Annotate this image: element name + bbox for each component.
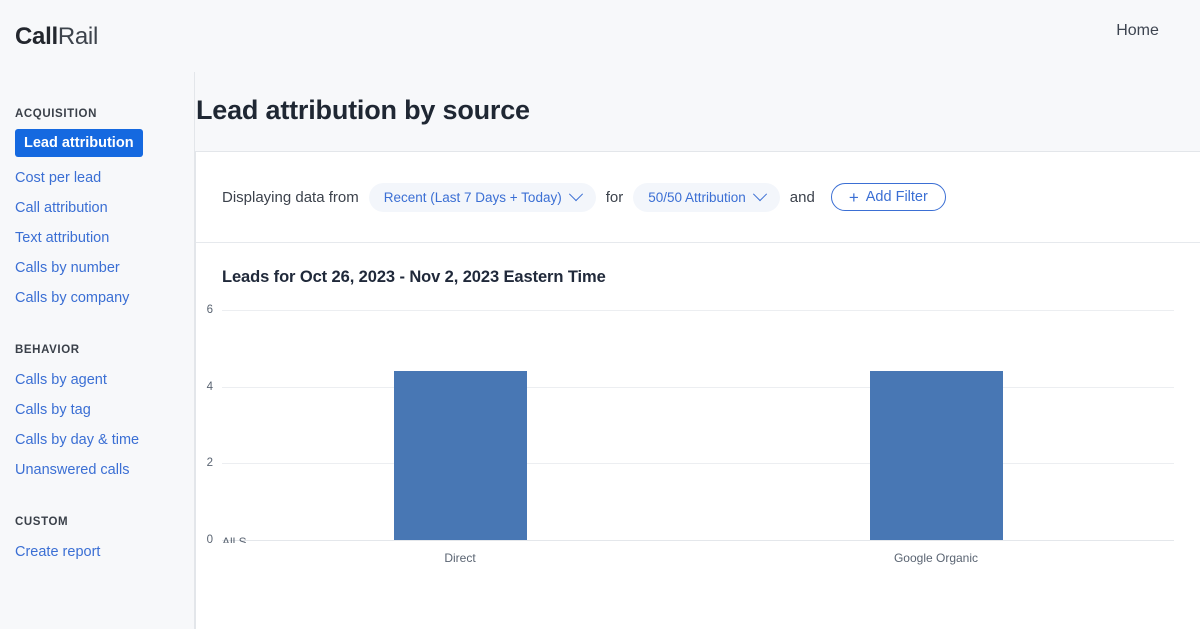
add-filter-button[interactable]: + Add Filter [830, 183, 946, 211]
date-range-dropdown[interactable]: Recent (Last 7 Days + Today) [368, 182, 596, 212]
date-range-value: Recent (Last 7 Days + Today) [383, 189, 562, 205]
x-axis-tick-label: Direct [444, 551, 476, 565]
bar[interactable] [869, 371, 1003, 540]
bar-chart-plot: 0 2 4 6 Direct Google Organic [207, 304, 1174, 565]
filter-conjunction-for: for [605, 188, 624, 206]
sidebar-item-cost-per-lead[interactable]: Cost per lead [0, 163, 194, 193]
sidebar-group-label-behavior: BEHAVIOR [15, 344, 80, 356]
logo-text-rail: Rail [57, 23, 98, 50]
nav-item-home[interactable]: Home [1116, 22, 1159, 40]
gridline [222, 463, 1174, 465]
sidebar-item-calls-by-agent[interactable]: Calls by agent [0, 365, 194, 395]
sidebar-item-create-report[interactable]: Create report [0, 537, 194, 567]
chart-title: Leads for Oct 26, 2023 - Nov 2, 2023 Eas… [222, 268, 606, 286]
sidebar-item-text-attribution[interactable]: Text attribution [0, 223, 194, 253]
report-card: Displaying data from Recent (Last 7 Days… [195, 151, 1200, 629]
sidebar-item-lead-attribution[interactable]: Lead attribution [15, 129, 143, 157]
page-title: Lead attribution by source [196, 95, 530, 125]
y-axis-tick-label: 6 [206, 304, 213, 316]
gridline [222, 386, 1174, 388]
sidebar-group-behavior: BEHAVIOR Calls by agent Calls by tag Cal… [0, 344, 194, 485]
sidebar-item-calls-by-tag[interactable]: Calls by tag [0, 395, 194, 425]
sidebar-group-custom: CUSTOM Create report [0, 516, 194, 567]
sidebar-group-label-acquisition: ACQUISITION [15, 108, 97, 120]
bar[interactable] [393, 371, 527, 540]
footer-clipped-label: All S [222, 535, 247, 543]
attribution-value: 50/50 Attribution [648, 189, 746, 205]
gridline [222, 310, 1174, 311]
y-axis-tick-label: 0 [206, 534, 213, 546]
sidebar-group-acquisition: ACQUISITION Lead attribution Cost per le… [0, 108, 194, 313]
plus-icon: + [848, 187, 859, 207]
add-filter-label: Add Filter [865, 189, 928, 205]
callrail-logo[interactable]: CallRail [15, 23, 98, 51]
filter-prefix-label: Displaying data from [222, 188, 359, 206]
top-nav: Home Act [1116, 22, 1200, 40]
sidebar-item-call-attribution[interactable]: Call attribution [0, 193, 194, 223]
y-axis-tick-label: 4 [206, 380, 213, 393]
sidebar-item-calls-by-day-time[interactable]: Calls by day & time [0, 425, 194, 455]
sidebar-item-unanswered-calls[interactable]: Unanswered calls [0, 455, 194, 485]
x-axis-tick-label: Google Organic [893, 551, 979, 565]
sidebar: ACQUISITION Lead attribution Cost per le… [0, 72, 195, 629]
gridline [222, 540, 1174, 541]
chevron-down-icon [568, 187, 583, 202]
filter-conjunction-and: and [789, 188, 815, 206]
main-content: Lead attribution by source Displaying da… [195, 72, 1200, 629]
top-header: CallRail Home Act [0, 0, 1200, 72]
attribution-dropdown[interactable]: 50/50 Attribution [633, 182, 780, 212]
y-axis-tick-label: 2 [206, 457, 213, 470]
sidebar-item-calls-by-number[interactable]: Calls by number [0, 253, 194, 283]
filter-bar: Displaying data from Recent (Last 7 Days… [196, 152, 1200, 243]
sidebar-item-calls-by-company[interactable]: Calls by company [0, 283, 194, 313]
logo-text-call: Call [15, 23, 58, 50]
chart-container: Leads for Oct 26, 2023 - Nov 2, 2023 Eas… [196, 243, 1200, 565]
chevron-down-icon [752, 187, 767, 202]
sidebar-group-label-custom: CUSTOM [15, 516, 69, 528]
